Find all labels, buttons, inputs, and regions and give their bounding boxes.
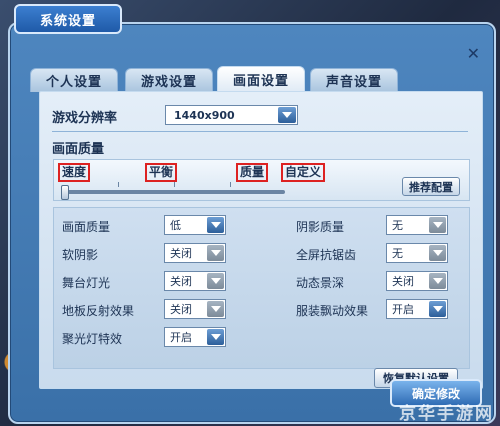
window-title: 系统设置 [14, 4, 122, 34]
slider-tick [174, 182, 175, 187]
option-value: 关闭 [170, 303, 192, 316]
option-label: 地板反射效果 [62, 304, 135, 318]
chevron-down-icon[interactable] [207, 301, 224, 317]
chevron-down-icon[interactable] [429, 301, 446, 317]
quality-preset-strip: 速度 平衡 质量 自定义 推荐配置 [53, 159, 470, 201]
option-label: 聚光灯特效 [62, 332, 123, 346]
option-select[interactable]: 无 [386, 215, 448, 235]
option-label: 阴影质量 [296, 220, 345, 234]
resolution-value: 1440x900 [174, 108, 235, 122]
option-value: 无 [392, 247, 403, 260]
tab-sound[interactable]: 声音设置 [310, 68, 398, 92]
option-select[interactable]: 开启 [164, 327, 226, 347]
option-select[interactable]: 关闭 [164, 271, 226, 291]
preset-quality[interactable]: 质量 [236, 163, 269, 182]
option-select[interactable]: 无 [386, 243, 448, 263]
option-value: 开启 [392, 303, 414, 316]
preset-custom[interactable]: 自定义 [281, 163, 326, 182]
options-grid: 画面质量 低 阴影质量 无 软阴影 关闭 全屏抗锯齿 无 舞台灯光 关闭 动态景… [53, 207, 470, 369]
option-select[interactable]: 开启 [386, 299, 448, 319]
option-label: 画面质量 [62, 220, 111, 234]
option-label: 软阴影 [62, 248, 99, 262]
option-select[interactable]: 关闭 [164, 299, 226, 319]
divider [52, 131, 468, 132]
tab-personal[interactable]: 个人设置 [30, 68, 118, 92]
graphics-panel: 游戏分辨率 1440x900 画面质量 速度 平衡 质量 自定义 推荐配置 画面… [39, 91, 483, 389]
option-label: 全屏抗锯齿 [296, 248, 357, 262]
option-label: 舞台灯光 [62, 276, 111, 290]
option-select[interactable]: 关闭 [164, 243, 226, 263]
quality-slider-handle[interactable] [61, 185, 69, 200]
chevron-down-icon[interactable] [429, 217, 446, 233]
chevron-down-icon[interactable] [207, 273, 224, 289]
option-value: 开启 [170, 331, 192, 344]
option-label: 动态景深 [296, 276, 345, 290]
chevron-down-icon[interactable] [207, 217, 224, 233]
preset-speed[interactable]: 速度 [58, 163, 91, 182]
chevron-down-icon[interactable] [278, 107, 296, 123]
slider-tick [230, 182, 231, 187]
tab-graphics[interactable]: 画面设置 [217, 66, 305, 92]
option-value: 关闭 [170, 275, 192, 288]
chevron-down-icon[interactable] [429, 273, 446, 289]
tab-game[interactable]: 游戏设置 [125, 68, 213, 92]
quality-heading: 画面质量 [52, 142, 105, 157]
option-value: 关闭 [170, 247, 192, 260]
chevron-down-icon[interactable] [207, 245, 224, 261]
slider-tick [118, 182, 119, 187]
settings-window: ✕ 个人设置 游戏设置 画面设置 声音设置 游戏分辨率 1440x900 画面质… [8, 22, 496, 424]
close-icon[interactable]: ✕ [467, 44, 480, 63]
chevron-down-icon[interactable] [429, 245, 446, 261]
option-value: 关闭 [392, 275, 414, 288]
option-select[interactable]: 关闭 [386, 271, 448, 291]
preset-balance[interactable]: 平衡 [145, 163, 178, 182]
recommend-button[interactable]: 推荐配置 [402, 177, 460, 196]
option-label: 服装飘动效果 [296, 304, 369, 318]
quality-slider-track[interactable] [62, 190, 285, 194]
chevron-down-icon[interactable] [207, 329, 224, 345]
resolution-select[interactable]: 1440x900 [165, 105, 298, 125]
resolution-label: 游戏分辨率 [52, 111, 118, 126]
option-value: 低 [170, 219, 181, 232]
option-select[interactable]: 低 [164, 215, 226, 235]
watermark: 京华手游网 [399, 404, 494, 424]
option-value: 无 [392, 219, 403, 232]
